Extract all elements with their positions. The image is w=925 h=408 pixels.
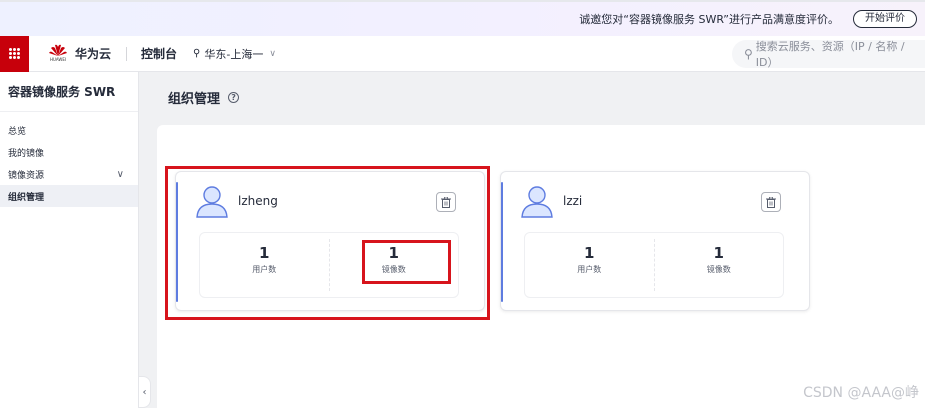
trash-icon bbox=[766, 196, 776, 208]
sidebar-title: 容器镜像服务 SWR bbox=[0, 72, 138, 112]
sidebar-item-my-images[interactable]: 我的镜像 bbox=[0, 141, 138, 163]
chevron-down-icon: ∨ bbox=[269, 48, 276, 59]
page-title: 组织管理 ? bbox=[168, 88, 240, 107]
delete-org-button[interactable] bbox=[761, 192, 781, 212]
org-stats: 1 用户数 1 镜像数 bbox=[524, 232, 784, 298]
region-label: 华东-上海一 bbox=[204, 47, 264, 61]
start-survey-button[interactable]: 开始评价 bbox=[853, 10, 917, 28]
org-avatar-icon bbox=[521, 186, 553, 218]
org-name: lzzi bbox=[563, 194, 583, 208]
sidebar: 容器镜像服务 SWR 总览 我的镜像 镜像资源 ∨ 组织管理 bbox=[0, 72, 139, 408]
search-icon: ⚲ bbox=[744, 47, 753, 61]
help-icon[interactable]: ? bbox=[228, 92, 240, 103]
search-input[interactable]: ⚲ 搜索云服务、资源（IP / 名称 / ID） bbox=[732, 40, 925, 69]
images-label: 镜像数 bbox=[706, 265, 731, 274]
sidebar-item-org-management[interactable]: 组织管理 bbox=[0, 185, 138, 207]
sidebar-item-image-resources[interactable]: 镜像资源 ∨ bbox=[0, 163, 138, 185]
page-title-text: 组织管理 bbox=[168, 92, 221, 107]
collapse-sidebar-button[interactable]: ‹ bbox=[139, 376, 151, 408]
brand-name: 华为云 bbox=[75, 47, 112, 61]
survey-banner: 诚邀您对“容器镜像服务 SWR”进行产品满意度评价。 开始评价 bbox=[0, 2, 925, 36]
sidebar-item-label: 镜像资源 bbox=[8, 170, 45, 181]
card-accent bbox=[501, 182, 503, 302]
huawei-logo-text: HUAWEI bbox=[49, 56, 67, 62]
grid-icon bbox=[9, 48, 20, 59]
huawei-cloud-logo[interactable]: HUAWEI 华为云 bbox=[47, 44, 111, 64]
service-list-button[interactable] bbox=[0, 35, 29, 72]
sidebar-item-label: 总览 bbox=[8, 126, 27, 137]
images-count: 1 bbox=[713, 244, 724, 262]
chevron-down-icon: ∨ bbox=[116, 168, 124, 180]
survey-text: 诚邀您对“容器镜像服务 SWR”进行产品满意度评价。 bbox=[579, 13, 839, 26]
search-placeholder: 搜索云服务、资源（IP / 名称 / ID） bbox=[755, 40, 905, 69]
chevron-left-icon: ‹ bbox=[142, 386, 147, 398]
huawei-logo-icon: HUAWEI bbox=[47, 44, 69, 64]
sidebar-item-label: 我的镜像 bbox=[8, 148, 45, 159]
sidebar-item-overview[interactable]: 总览 bbox=[0, 119, 138, 141]
users-count: 1 bbox=[584, 244, 595, 262]
org-card[interactable]: lzzi 1 用户数 1 镜像数 bbox=[500, 171, 810, 311]
highlight-box-image-count bbox=[362, 240, 451, 284]
watermark: CSDN @AAA@峥 bbox=[803, 385, 919, 401]
users-label: 用户数 bbox=[577, 265, 602, 274]
console-link[interactable]: 控制台 bbox=[141, 45, 177, 62]
images-stat[interactable]: 1 镜像数 bbox=[653, 239, 784, 291]
users-stat[interactable]: 1 用户数 bbox=[525, 233, 654, 297]
sidebar-item-label: 组织管理 bbox=[8, 192, 45, 203]
location-pin-icon: ⚲ bbox=[193, 48, 201, 59]
region-selector[interactable]: ⚲ 华东-上海一 ∨ bbox=[193, 46, 276, 62]
header-divider bbox=[126, 46, 128, 61]
top-nav: HUAWEI 华为云 控制台 ⚲ 华东-上海一 ∨ ⚲ 搜索云服务、资源（IP … bbox=[0, 35, 925, 72]
